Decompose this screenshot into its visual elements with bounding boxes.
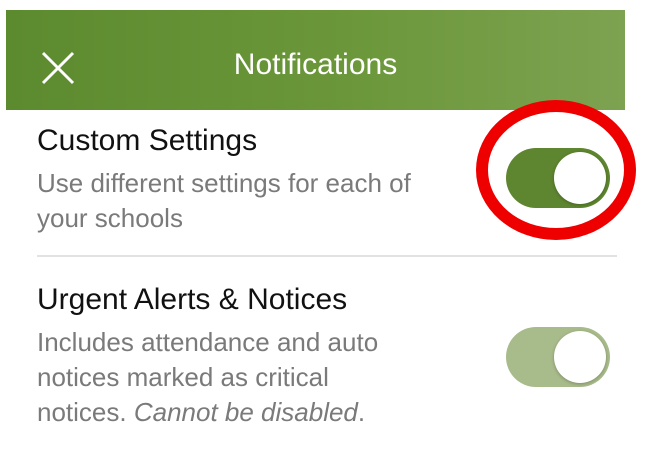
urgent-alerts-description-line3-prefix: notices. [37,397,134,427]
custom-settings-description-line2: your schools [37,203,183,233]
nav-header: Notifications [6,10,625,110]
custom-settings-description: Use different settings for each of your … [37,166,411,236]
divider [37,255,617,257]
urgent-alerts-description-line2: notices marked as critical [37,362,329,392]
urgent-alerts-toggle[interactable] [506,327,610,387]
urgent-alerts-description: Includes attendance and auto notices mar… [37,325,378,430]
highlight-annotation-circle [476,100,636,240]
custom-settings-title: Custom Settings [37,124,258,157]
custom-settings-description-line1: Use different settings for each of [37,168,411,198]
urgent-alerts-description-line3-emphasis: Cannot be disabled [133,397,358,427]
urgent-alerts-title: Urgent Alerts & Notices [37,283,348,316]
page-title: Notifications [233,48,398,81]
urgent-alerts-description-line3-suffix: . [357,397,366,427]
urgent-alerts-description-line1: Includes attendance and auto [37,327,379,357]
toggle-knob [554,331,606,383]
